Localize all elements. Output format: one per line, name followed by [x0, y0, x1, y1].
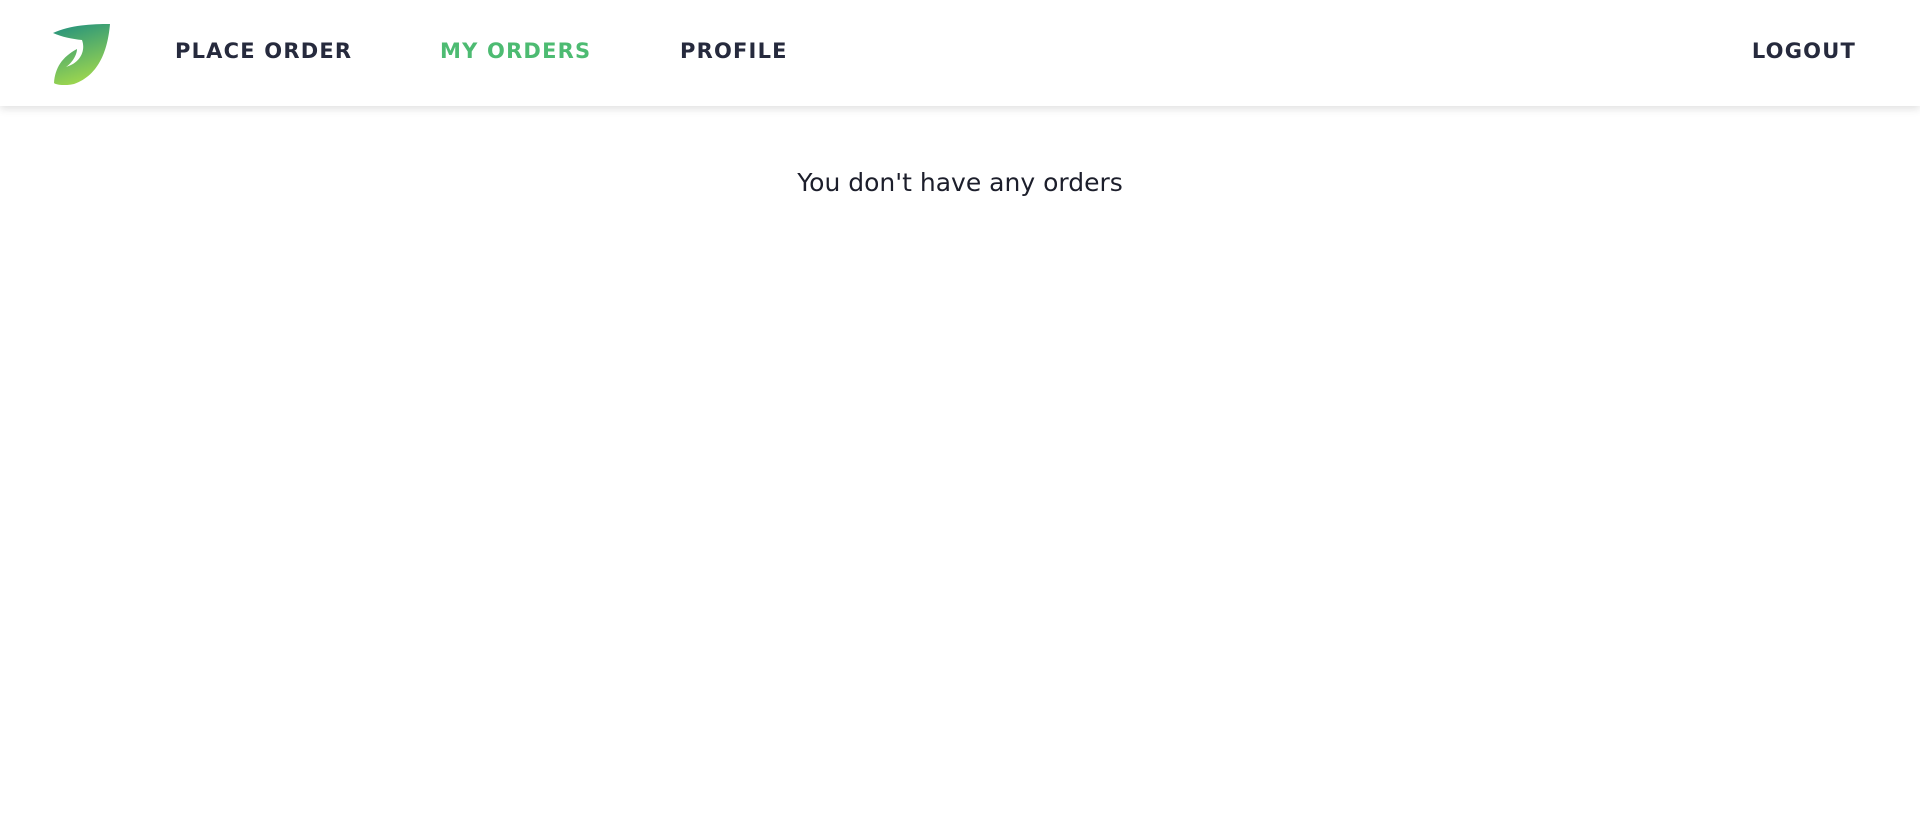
logout-button[interactable]: LOGOUT — [1752, 38, 1856, 64]
nav-profile[interactable]: PROFILE — [680, 38, 788, 64]
leaf-logo-icon[interactable] — [52, 23, 112, 86]
empty-orders-message: You don't have any orders — [797, 168, 1123, 197]
orders-content: You don't have any orders — [0, 106, 1920, 816]
top-navbar: PLACE ORDER MY ORDERS PROFILE LOGOUT — [0, 0, 1920, 106]
nav-place-order[interactable]: PLACE ORDER — [175, 38, 352, 64]
nav-my-orders[interactable]: MY ORDERS — [440, 38, 591, 64]
